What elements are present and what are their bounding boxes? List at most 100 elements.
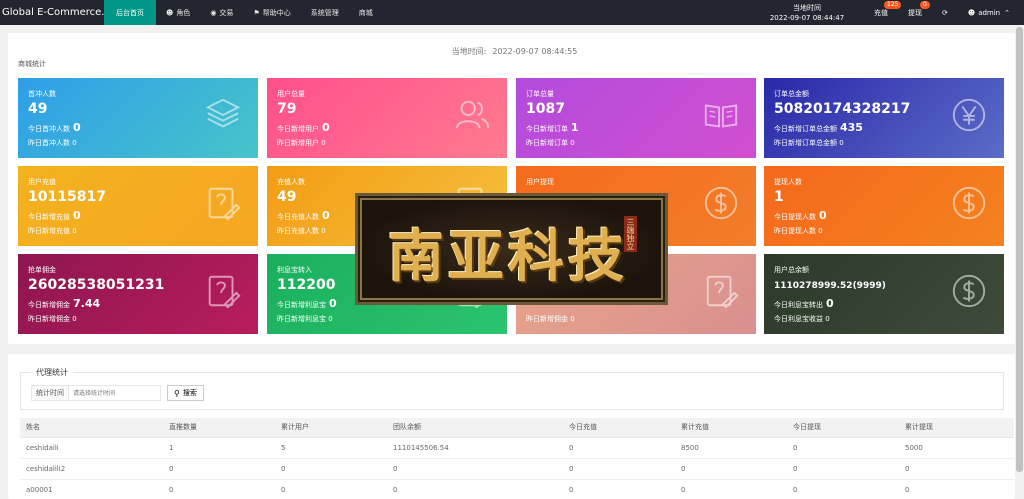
table-cell: ceshidaili bbox=[20, 437, 163, 459]
card-value: 50820174328217 bbox=[774, 101, 911, 117]
card-today: 今日充值人数 0 bbox=[277, 209, 330, 222]
card-today: 今日新增利息宝 0 bbox=[277, 297, 337, 310]
flag-icon: ⚑ bbox=[253, 8, 260, 17]
table-cell: 8500 bbox=[675, 437, 787, 459]
withdraw-button[interactable]: 提现 0 bbox=[898, 0, 932, 25]
table-row[interactable]: ceshidaili 1 5 1110145506.54 0 8500 0 5000 bbox=[20, 437, 1014, 459]
search-icon: ⚲ bbox=[174, 388, 180, 398]
recharge-button[interactable]: 充值 125 bbox=[864, 0, 902, 25]
column-header: 今日提现 bbox=[787, 418, 899, 438]
table-cell: 0 bbox=[787, 437, 899, 459]
card-title: 充值人数 bbox=[277, 178, 305, 186]
card-value: 26028538051231 bbox=[28, 277, 165, 293]
table-cell: 0 bbox=[387, 458, 563, 480]
table-cell: 0 bbox=[163, 458, 275, 480]
card-today-value: 0 bbox=[329, 297, 337, 310]
stat-card: 用户总量 79 今日新增用户 0 昨日新增用户 0 bbox=[267, 78, 507, 158]
stat-card: 抢单佣金 26028538051231 今日新增佣金 7.44 昨日新增佣金 0 bbox=[18, 254, 258, 334]
nav-home-label: 后台首页 bbox=[116, 8, 144, 17]
card-today-value: 0 bbox=[73, 209, 81, 222]
card-yesterday: 昨日充值人数 0 bbox=[277, 227, 326, 235]
nav-role[interactable]: ☻ 角色 bbox=[156, 0, 200, 25]
scroll-thumb[interactable] bbox=[1016, 27, 1023, 472]
table-cell: 0 bbox=[163, 479, 275, 499]
card-yesterday: 昨日新增订单 0 bbox=[526, 139, 575, 147]
nav-help[interactable]: ⚑ 帮助中心 bbox=[243, 0, 300, 25]
nav-mall[interactable]: 商城 bbox=[349, 0, 383, 25]
search-button[interactable]: ⚲ 搜索 bbox=[167, 385, 204, 401]
table-cell: 1110145506.54 bbox=[387, 437, 563, 459]
table-cell: ceshidalili2 bbox=[20, 458, 163, 480]
card-yesterday: 昨日新增佣金 0 bbox=[28, 315, 77, 323]
table-cell: 0 bbox=[675, 479, 787, 499]
edit-icon bbox=[204, 272, 242, 310]
current-time: 当地时间: 2022-09-07 08:44:55 bbox=[8, 46, 1015, 57]
dollar-icon bbox=[702, 184, 740, 222]
table-cell: 0 bbox=[275, 458, 387, 480]
section-title: 商城统计 bbox=[18, 60, 46, 68]
card-today: 今日利息宝转出 0 bbox=[774, 297, 834, 310]
nav-role-label: 角色 bbox=[176, 8, 191, 17]
scrollbar[interactable] bbox=[1015, 25, 1024, 499]
logo-subtitle: 三端独立 bbox=[624, 216, 637, 252]
table-row[interactable]: ceshidalili2 0 0 0 0 0 0 0 bbox=[20, 458, 1014, 480]
card-today-label: 今日提现人数 bbox=[774, 213, 816, 221]
card-value: 1110278999.52(9999) bbox=[774, 281, 886, 291]
card-today-value: 7.44 bbox=[73, 297, 101, 310]
column-header: 团队余额 bbox=[387, 418, 563, 438]
user-icon: ☻ bbox=[967, 8, 976, 17]
card-today-label: 今日新增佣金 bbox=[28, 301, 70, 309]
table-row[interactable]: a00001 0 0 0 0 0 0 0 bbox=[20, 479, 1014, 499]
column-header: 直推数量 bbox=[163, 418, 275, 438]
logo-text: 南亚科技 bbox=[388, 224, 628, 290]
card-today: 今日新增用户 0 bbox=[277, 121, 330, 134]
refresh-icon: ⟳ bbox=[942, 8, 948, 17]
agent-table: 姓名 直推数量 累计用户 团队余额 今日充值 累计充值 今日提现 累计提现 ceshidail… bbox=[20, 418, 1014, 499]
card-yesterday: 昨日新增充值 0 bbox=[28, 227, 77, 235]
column-header: 今日充值 bbox=[563, 418, 675, 438]
stat-card: 订单总金额 50820174328217 今日新增订单总金额 435 昨日新增订单总金额… bbox=[764, 78, 1004, 158]
nav-home[interactable]: 后台首页 bbox=[104, 0, 156, 25]
table-body: ceshidaili 1 5 1110145506.54 0 8500 0 5000 ceshi… bbox=[20, 437, 1014, 499]
table-cell: 0 bbox=[899, 458, 1014, 480]
column-header: 累计提现 bbox=[899, 418, 1014, 438]
card-yesterday: 昨日提现人数 0 bbox=[774, 227, 823, 235]
date-input[interactable] bbox=[69, 385, 161, 401]
withdraw-badge: 0 bbox=[920, 1, 930, 9]
agent-filter: 代理统计 统计时间 ⚲搜索 bbox=[20, 367, 1004, 410]
nav-trade[interactable]: ◉ 交易 bbox=[200, 0, 243, 25]
nav-system[interactable]: 系统管理 bbox=[301, 0, 349, 25]
card-title: 首冲人数 bbox=[28, 90, 56, 98]
table-cell: 0 bbox=[275, 479, 387, 499]
current-time-value: 2022-09-07 08:44:55 bbox=[492, 47, 578, 56]
card-yesterday: 昨日新增订单总金额 0 bbox=[774, 139, 844, 147]
card-title: 提现人数 bbox=[774, 178, 802, 186]
column-header: 姓名 bbox=[20, 418, 163, 438]
brand-title[interactable]: Global E-Commerce... bbox=[0, 0, 104, 25]
card-value: 49 bbox=[277, 189, 297, 205]
search-label: 统计时间 bbox=[31, 385, 69, 401]
search-button-label: 搜索 bbox=[182, 389, 197, 397]
user-menu[interactable]: ☻ admin ⌃ bbox=[958, 0, 1024, 25]
card-title: 利息宝转入 bbox=[277, 266, 312, 274]
card-yesterday: 昨日新增利息宝 0 bbox=[277, 315, 333, 323]
table-cell: 5000 bbox=[899, 437, 1014, 459]
table-cell: 0 bbox=[899, 479, 1014, 499]
recharge-label: 充值 bbox=[874, 8, 888, 17]
withdraw-label: 提现 bbox=[908, 8, 922, 17]
card-today-value: 0 bbox=[826, 297, 834, 310]
chevron-up-icon: ⌃ bbox=[1004, 8, 1010, 17]
table-cell: 0 bbox=[563, 458, 675, 480]
table-cell: a00001 bbox=[20, 479, 163, 499]
users-icon bbox=[453, 96, 491, 134]
refresh-button[interactable]: ⟳ bbox=[932, 0, 958, 25]
card-today: 今日新增订单总金额 435 bbox=[774, 121, 863, 134]
table-cell: 0 bbox=[787, 479, 899, 499]
agent-legend: 代理统计 bbox=[31, 367, 73, 378]
table-header: 姓名 直推数量 累计用户 团队余额 今日充值 累计充值 今日提现 累计提现 bbox=[20, 418, 1014, 438]
book-icon bbox=[702, 96, 740, 134]
card-today: 今日提现人数 0 bbox=[774, 209, 827, 222]
card-today: 今日新增订单 1 bbox=[526, 121, 579, 134]
card-today-value: 0 bbox=[73, 121, 81, 134]
table-cell: 5 bbox=[275, 437, 387, 459]
